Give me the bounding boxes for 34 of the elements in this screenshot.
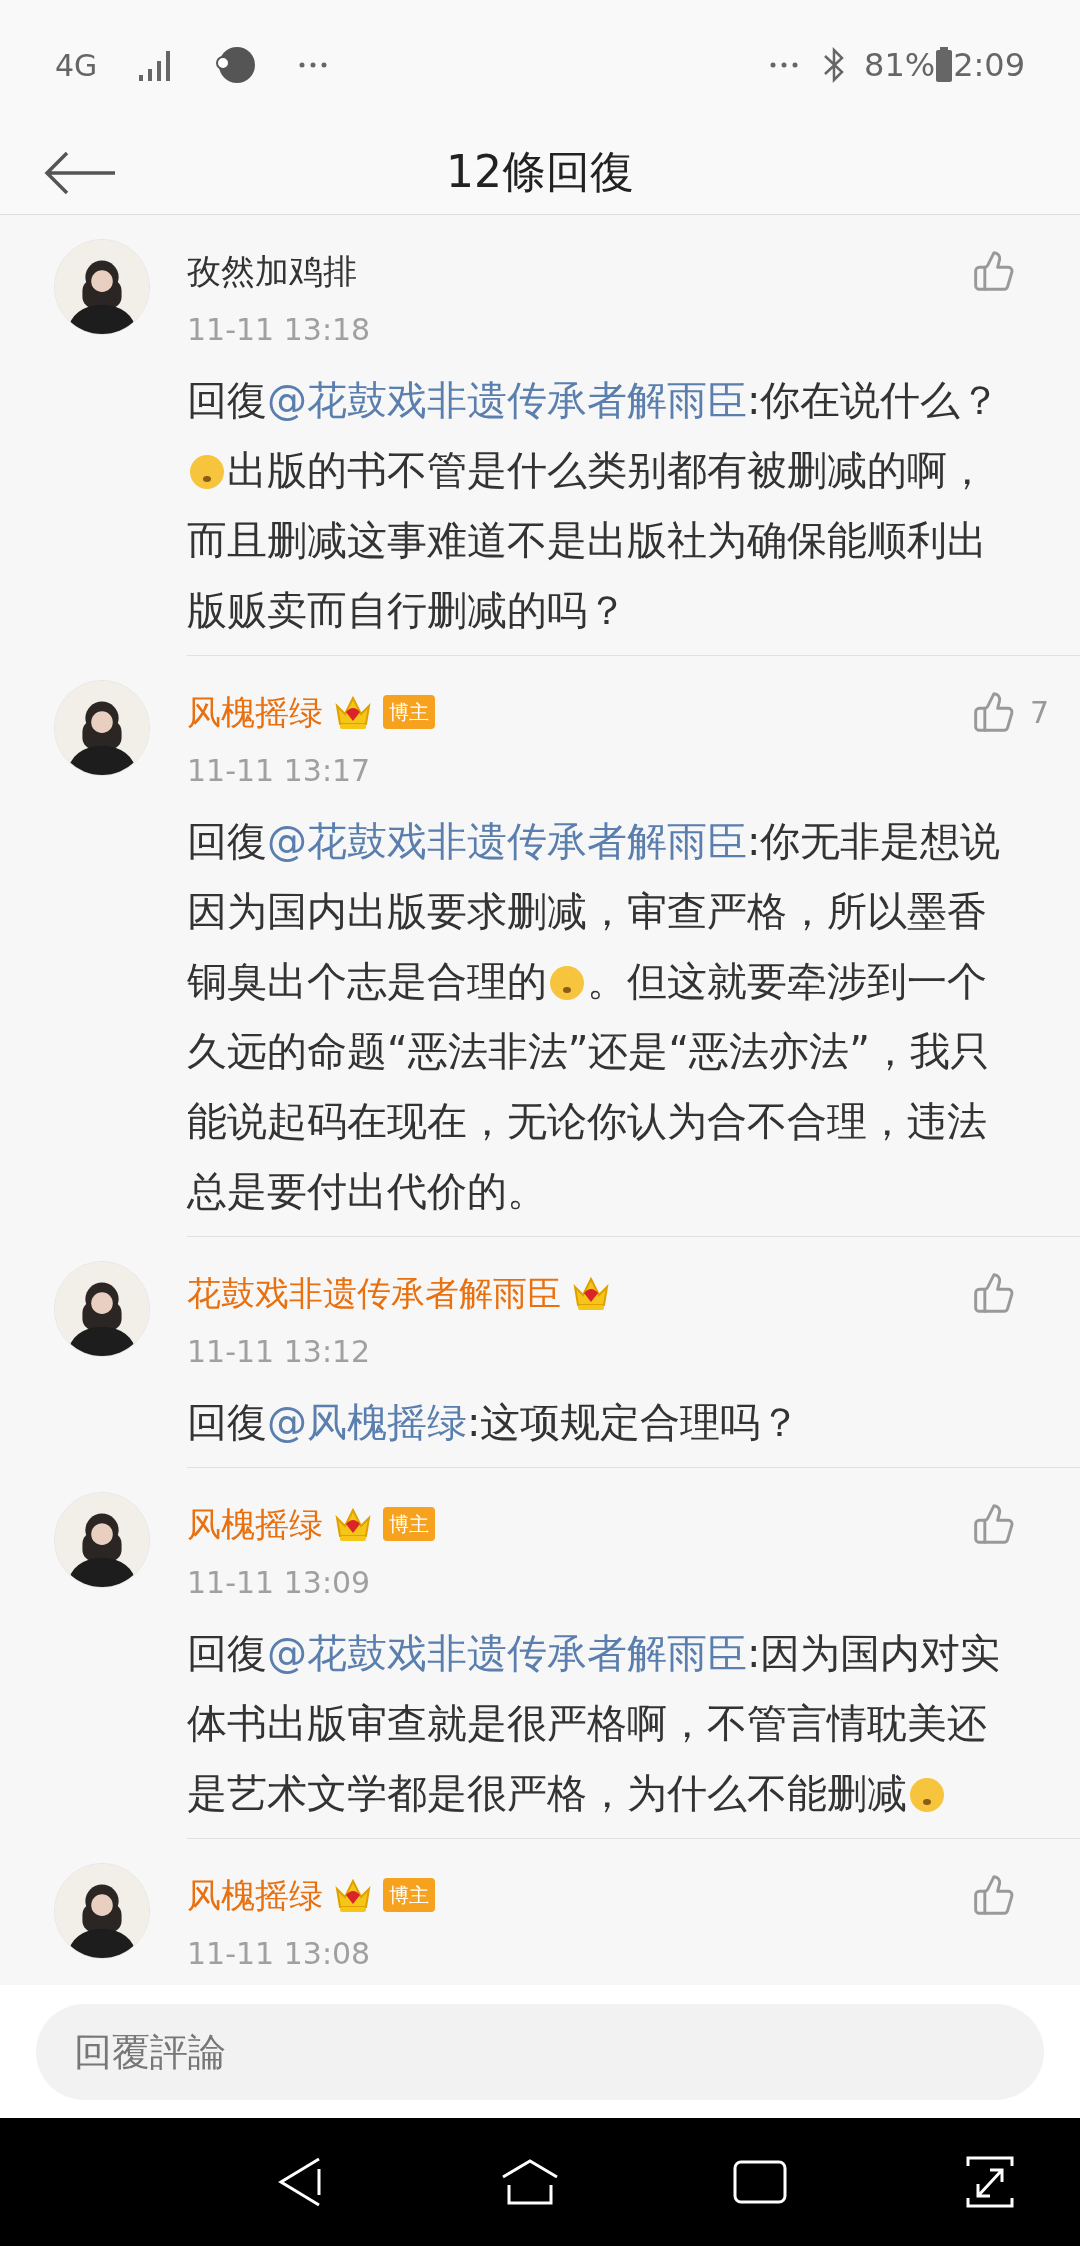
comment-text: 回復@花鼓戏非遗传承者解雨臣:你无非是想说因为国内出版要求删减，审查严格，所以墨香铜臭出个志是合理的 。但这就要牵涉到一个久远的命题“恶法非法”还是“恶法亦法”，我只能说起码在现在，无论你认为合不合理，违法总是要付出代价的。 [187,817,1002,1216]
bluetooth-icon [822,46,846,84]
like-count: 7 [1030,693,1050,732]
mention-link[interactable]: @风槐摇绿 [267,1399,467,1445]
mention-link[interactable]: @花鼓戏非遗传承者解雨臣 [267,377,747,423]
more-icon [299,61,328,69]
battery-percent: 81% [864,45,936,86]
mention-link[interactable]: @花鼓戏非遗传承者解雨臣 [267,818,747,864]
username[interactable]: 孜然加鸡排 [187,245,357,297]
clock: 2:09 [953,45,1025,86]
comment-text: 回復@花鼓戏非遗传承者解雨臣:因为国内对实体书出版审查就是很严格啊，不管言情耽美还是艺术文学都是很严格，为什么不能删减 [187,1629,1002,1818]
comment-time: 11-11 13:12 [187,1332,371,1371]
comment-time: 11-11 13:09 [187,1563,371,1602]
emoji-icon [549,965,585,1001]
blogger-badge: 博主 [383,695,435,729]
comment-text: 回復@风槐摇绿:这项规定合理吗？ [187,1398,802,1447]
mention-link[interactable]: @花鼓戏非遗传承者解雨臣 [267,1630,747,1676]
comment-text: 回復@花鼓戏非遗传承者解雨臣:你在说什么？ 出版的书不管是什么类别都有被删减的啊，而且删减这事难道不是出版社为确保能顺利出版贩卖而自行删减的吗？ [187,376,1002,635]
username[interactable]: 花鼓戏非遗传承者解雨臣 [187,1267,561,1319]
battery-icon [935,47,954,83]
comment-time: 11-11 13:08 [187,1934,371,1973]
emoji-icon [909,1777,945,1813]
username[interactable]: 风槐摇绿 [187,686,323,738]
username[interactable]: 风槐摇绿 [187,1498,323,1550]
emoji-icon [189,454,225,490]
network-type: 4G [55,46,98,85]
comment-time: 11-11 13:18 [187,310,371,349]
blogger-badge: 博主 [383,1507,435,1541]
username[interactable]: 风槐摇绿 [187,1869,323,1921]
reply-input[interactable]: 回覆評論 [36,2003,1044,2100]
comment-time: 11-11 13:17 [187,751,371,790]
page-title: 12條回復 [446,145,634,199]
more-icon [770,61,798,69]
blogger-badge: 博主 [383,1878,435,1912]
